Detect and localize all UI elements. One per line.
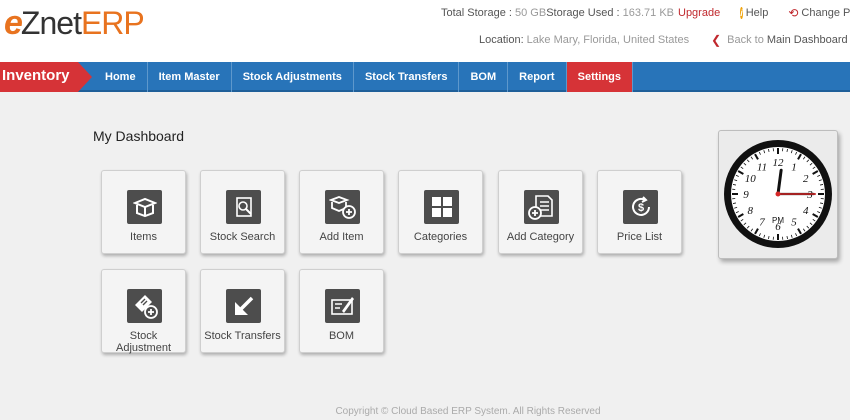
- logo-znet: Znet: [20, 5, 82, 41]
- logo-erp: ERP: [80, 5, 145, 41]
- back-arrow-icon[interactable]: ❮: [711, 33, 721, 47]
- back-to-main-dashboard-link[interactable]: Main Dashboard: [767, 34, 848, 46]
- change-password-icon[interactable]: ⟲: [788, 6, 798, 20]
- tile-price-list[interactable]: $ Price List: [597, 170, 682, 254]
- add-category-icon: [524, 190, 559, 224]
- tile-items[interactable]: Items: [101, 170, 186, 254]
- tile-stock-transfers[interactable]: Stock Transfers: [200, 269, 285, 353]
- tile-label: Categories: [413, 231, 468, 243]
- footer-copyright: Copyright © Cloud Based ERP System. All …: [335, 406, 601, 417]
- tile-label: Items: [130, 231, 157, 243]
- svg-text:$: $: [637, 202, 643, 214]
- logo-e: e: [4, 4, 23, 42]
- bom-icon: [325, 289, 360, 323]
- tile-add-category[interactable]: Add Category: [498, 170, 583, 254]
- clock-numeral: 12: [773, 157, 785, 169]
- change-password-link[interactable]: Change Passw: [801, 7, 850, 19]
- analog-clock: 121234567891011 PM: [724, 140, 832, 248]
- location-pin-icon: [468, 36, 476, 44]
- clock-numeral: 11: [757, 161, 767, 173]
- total-storage-label: Total Storage :: [441, 7, 512, 19]
- clock-numeral: 8: [748, 205, 754, 217]
- clock-numeral: 2: [803, 173, 809, 185]
- tile-label: Stock Transfers: [204, 330, 281, 342]
- back-prefix[interactable]: Back to: [727, 34, 764, 46]
- clock-numeral: 10: [745, 173, 757, 185]
- nav-stock-transfers[interactable]: Stock Transfers: [354, 62, 460, 92]
- clock-center: [775, 191, 781, 197]
- storage-bar: Total Storage : 50 GB Storage Used : 163…: [441, 6, 850, 20]
- total-storage-value: 50 GB: [515, 7, 547, 19]
- storage-used-value: 163.71 KB: [622, 7, 674, 19]
- clock-numeral: 9: [743, 189, 749, 201]
- nav-item-master[interactable]: Item Master: [148, 62, 232, 92]
- analog-clock-widget: 121234567891011 PM: [718, 130, 838, 259]
- tile-bom[interactable]: BOM: [299, 269, 384, 353]
- tile-add-item[interactable]: Add Item: [299, 170, 384, 254]
- clock-numeral: 5: [791, 217, 797, 229]
- help-link[interactable]: Help: [746, 7, 769, 19]
- clock-numeral: 7: [759, 217, 765, 229]
- location-bar: Location: Lake Mary, Florida, United Sta…: [468, 33, 850, 47]
- tile-label: Add Item: [319, 231, 364, 243]
- module-title: Inventory: [0, 62, 92, 92]
- tile-categories[interactable]: Categories: [398, 170, 483, 254]
- tile-stock-search[interactable]: Stock Search: [200, 170, 285, 254]
- tile-label: Stock Adjustment: [115, 330, 172, 354]
- main-nav: Inventory Home Item Master Stock Adjustm…: [0, 62, 850, 92]
- location-value: Lake Mary, Florida, United States: [526, 34, 690, 46]
- add-item-icon: [325, 190, 360, 224]
- nav-stock-adjustments[interactable]: Stock Adjustments: [232, 62, 354, 92]
- nav-settings[interactable]: Settings: [566, 62, 634, 92]
- nav-report[interactable]: Report: [508, 62, 567, 92]
- help-icon[interactable]: i: [740, 7, 743, 19]
- clock-period: PM: [772, 216, 784, 225]
- nav-home[interactable]: Home: [94, 62, 148, 92]
- clock-numeral: 4: [803, 205, 809, 217]
- stock-adjustment-icon: [127, 289, 162, 323]
- nav-menu: Home Item Master Stock Adjustments Stock…: [94, 62, 634, 92]
- upgrade-link[interactable]: Upgrade: [678, 7, 720, 19]
- tile-label: Price List: [616, 231, 663, 243]
- tile-label: Stock Search: [209, 231, 276, 243]
- tile-stock-adjustment[interactable]: Stock Adjustment: [101, 269, 186, 354]
- location-label: Location:: [479, 34, 524, 46]
- storage-used-label: Storage Used :: [546, 7, 620, 19]
- tile-label: BOM: [328, 330, 355, 342]
- tile-label: Add Category: [506, 231, 575, 243]
- clock-numeral: 1: [791, 161, 797, 173]
- categories-grid-icon: [424, 190, 459, 224]
- page-title: My Dashboard: [93, 128, 185, 144]
- stock-search-icon: [226, 190, 261, 224]
- nav-bom[interactable]: BOM: [459, 62, 509, 92]
- app-header: e Znet ERP Total Storage : 50 GB Storage…: [0, 0, 850, 62]
- items-box-icon: [127, 190, 162, 224]
- stock-transfers-icon: [226, 289, 261, 323]
- price-list-icon: $: [623, 190, 658, 224]
- znet-erp-logo[interactable]: e Znet ERP: [4, 4, 145, 44]
